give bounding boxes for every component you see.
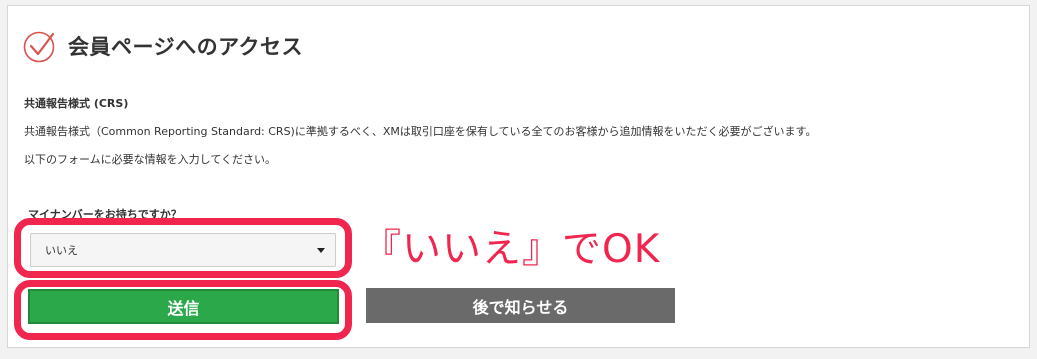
section-title: 共通報告様式 (CRS) <box>24 97 129 110</box>
notify-later-button[interactable]: 後で知らせる <box>366 288 675 323</box>
my-number-select[interactable]: いいえ <box>30 233 336 267</box>
chevron-down-icon <box>317 247 325 253</box>
page-title: 会員ページへのアクセス <box>68 35 304 59</box>
form-instruction: 以下のフォームに必要な情報を入力してください。 <box>24 153 277 166</box>
section-description: 共通報告様式（Common Reporting Standard: CRS)に準… <box>24 125 817 138</box>
submit-button[interactable]: 送信 <box>28 289 339 324</box>
annotation-text: 『いいえ』でOK <box>362 227 661 272</box>
my-number-question-label: マイナンバーをお持ちですか？ <box>28 208 182 221</box>
select-value: いいえ <box>45 244 78 257</box>
check-circle-icon <box>23 31 55 63</box>
page-header: 会員ページへのアクセス <box>22 26 303 66</box>
